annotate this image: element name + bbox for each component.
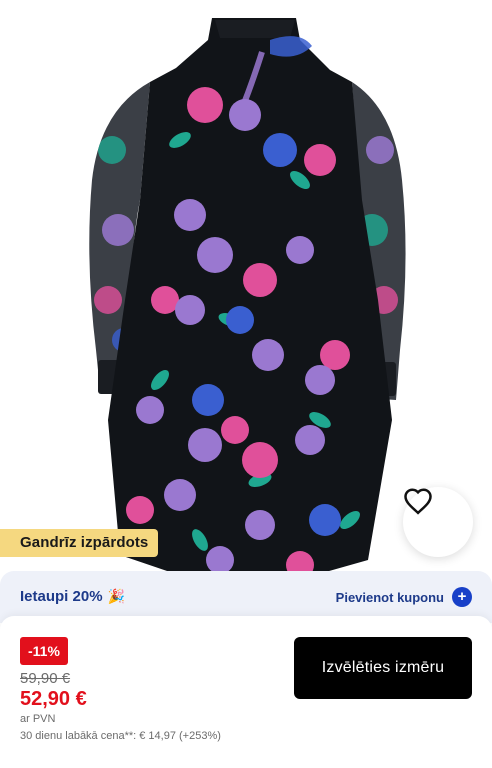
product-image[interactable]: Gandrīz izpārdots — [0, 0, 492, 600]
choose-size-button[interactable]: Izvēlēties izmēru — [294, 637, 472, 699]
coupon-savings: Ietaupi 20% 🎉 — [20, 588, 125, 605]
almost-sold-out-badge: Gandrīz izpārdots — [0, 529, 159, 557]
coupon-text: Ietaupi 20% — [20, 588, 103, 605]
product-page: Gandrīz izpārdots Ietaupi 20% 🎉 Pievienot… — [0, 0, 492, 768]
sale-price: 52,90 € — [20, 688, 87, 710]
add-coupon-button[interactable]: Pievienot kuponu + — [336, 587, 472, 607]
vat-note: ar PVN — [20, 713, 56, 725]
wishlist-button[interactable] — [403, 487, 473, 557]
discount-badge: -11% — [20, 637, 68, 665]
lowest-price-note: 30 dienu labākā cena**: € 14,97 (+253%) — [20, 730, 221, 742]
original-price: 59,90 € — [20, 670, 71, 687]
party-icon: 🎉 — [107, 588, 125, 604]
add-coupon-label: Pievienot kuponu — [335, 589, 444, 605]
plus-icon: + — [452, 587, 472, 607]
purchase-panel: -11% 59,90 € 52,90 € ar PVN 30 dienu lab… — [0, 616, 492, 768]
